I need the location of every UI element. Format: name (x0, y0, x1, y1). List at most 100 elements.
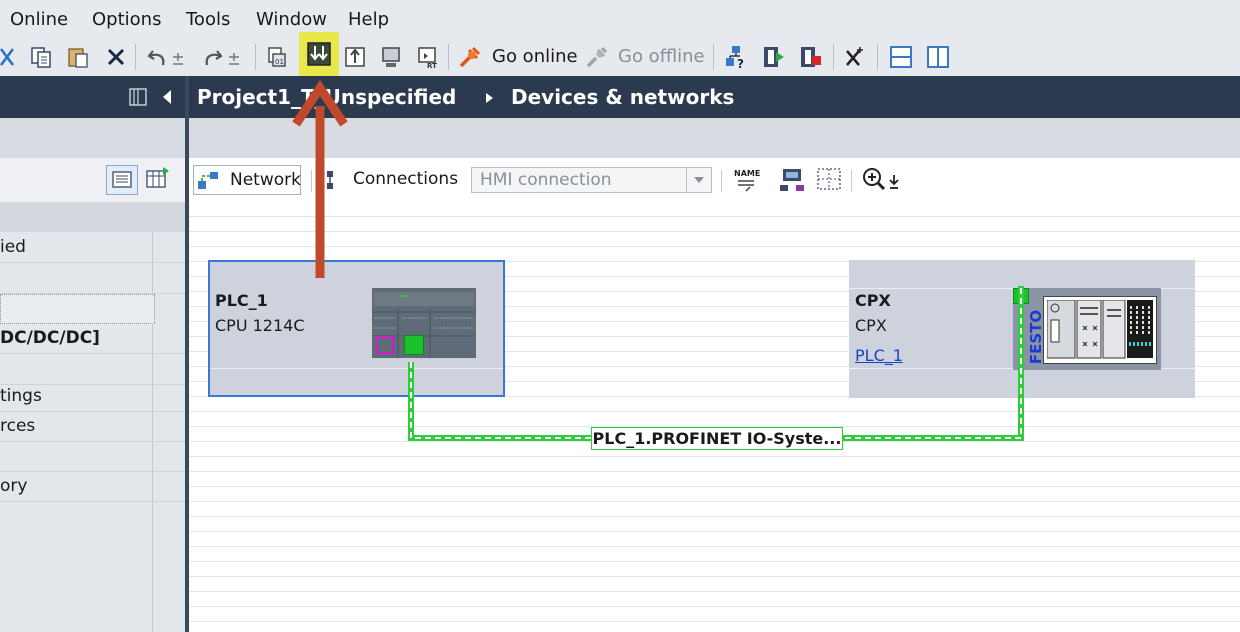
redo-list-button[interactable] (226, 42, 242, 72)
go-offline-icon (586, 46, 608, 68)
overview-icon (146, 167, 169, 188)
go-offline-button[interactable] (582, 42, 612, 72)
toolbar-separator (877, 44, 878, 70)
connections-label: Connections (353, 169, 459, 189)
tree-item[interactable]: rces (0, 411, 185, 442)
toolbar-separator (851, 170, 852, 192)
cross-references-icon (846, 47, 863, 66)
names-icon: NAME (734, 169, 760, 192)
go-online-button[interactable] (455, 42, 485, 72)
toolbar-separator (833, 44, 834, 70)
go-online-label[interactable]: Go online (492, 45, 578, 69)
monitor-icon (382, 47, 400, 67)
connection-type-select[interactable]: HMI connection (471, 167, 712, 193)
menu-bar: Online Options Tools Window Help (0, 0, 1240, 38)
menu-tools[interactable]: Tools (186, 9, 230, 31)
chevron-down-icon (229, 53, 239, 65)
detail-view-icon (112, 171, 132, 188)
tree-item[interactable] (0, 441, 185, 472)
menu-help[interactable]: Help (348, 9, 389, 31)
project-tree-subheader (0, 118, 185, 158)
project-tree-toolbar (0, 158, 185, 203)
network-overview-icon (780, 169, 804, 191)
network-icon (198, 172, 218, 189)
start-cpu-button[interactable] (759, 42, 789, 72)
project-tree-header (0, 76, 185, 118)
simulation-button[interactable] (376, 42, 406, 72)
download-to-device-icon (307, 42, 331, 66)
toolbar-separator (255, 44, 256, 70)
menu-online[interactable]: Online (10, 9, 68, 31)
copy-button[interactable] (26, 42, 56, 72)
start-cpu-icon (764, 47, 784, 67)
detail-view-button[interactable] (106, 165, 138, 195)
tree-item-label: DC/DC/DC] (0, 328, 100, 348)
undo-button[interactable] (142, 42, 172, 72)
compile-icon: 01 (268, 47, 286, 67)
toolbar-separator (135, 44, 136, 70)
cross-references-button[interactable] (840, 42, 870, 72)
tree-section-header (0, 202, 185, 232)
toolbar-separator (713, 44, 714, 70)
toolbar-separator (448, 44, 449, 70)
chevron-down-icon (173, 53, 183, 65)
tree-item[interactable]: ory (0, 471, 185, 502)
rt-simulation-icon: RT (418, 47, 437, 69)
chevron-down-icon (694, 177, 704, 183)
paste-icon (68, 48, 88, 68)
toolbar-separator (721, 170, 722, 192)
tree-item[interactable]: ied (0, 232, 185, 263)
tree-item[interactable] (0, 263, 185, 294)
go-offline-label[interactable]: Go offline (618, 45, 705, 69)
menu-options[interactable]: Options (92, 9, 161, 31)
svg-text:RT: RT (427, 62, 437, 69)
download-to-device-button[interactable] (299, 32, 339, 76)
svg-text:NAME: NAME (734, 169, 760, 178)
project-tree-panel: ied DC/DC/DC] tings rces ory (0, 76, 185, 632)
svg-text:01: 01 (275, 58, 284, 66)
zoom-button[interactable] (860, 165, 900, 195)
tree-item-selected[interactable] (0, 294, 155, 324)
delete-button[interactable] (101, 42, 131, 72)
svg-text:?: ? (737, 57, 744, 70)
profinet-io-system-label[interactable]: PLC_1.PROFINET IO-Syste... (591, 427, 843, 450)
undo-list-button[interactable] (170, 42, 186, 72)
accessible-devices-icon: ? (726, 46, 744, 70)
breadcrumb-section[interactable]: Devices & networks (511, 85, 734, 109)
overview-button[interactable] (143, 165, 175, 195)
accessible-devices-button[interactable]: ? (722, 42, 752, 72)
select-divider (686, 168, 687, 192)
network-mode-button[interactable]: Network (193, 165, 301, 195)
cut-icon (0, 48, 14, 66)
collapse-panel-icon[interactable] (158, 87, 176, 107)
runtime-simulation-button[interactable]: RT (413, 42, 443, 72)
column-separator (152, 502, 153, 632)
cut-button[interactable] (0, 42, 22, 72)
connection-type-value: HMI connection (480, 170, 612, 190)
tree-item-label: ory (0, 476, 28, 496)
tree-item[interactable]: DC/DC/DC] (0, 323, 185, 354)
redo-icon (205, 50, 223, 66)
annotation-arrow (292, 79, 348, 278)
redo-button[interactable] (198, 42, 228, 72)
paste-button[interactable] (63, 42, 93, 72)
copy-icon (31, 47, 51, 68)
menu-window[interactable]: Window (256, 9, 327, 31)
zoom-in-icon (863, 168, 899, 191)
stop-cpu-icon (801, 47, 821, 67)
grid-view-button[interactable] (815, 165, 845, 195)
show-names-button[interactable]: NAME (732, 165, 762, 195)
split-horizontal-icon (890, 46, 912, 68)
network-overview-button[interactable] (778, 165, 808, 195)
split-vertical-button[interactable] (923, 42, 953, 72)
stop-cpu-button[interactable] (796, 42, 826, 72)
breadcrumb-chevron-icon (486, 93, 493, 103)
panel-layout-icon[interactable] (128, 87, 148, 107)
tree-item[interactable]: tings (0, 381, 185, 412)
upload-from-device-button[interactable] (340, 42, 370, 72)
upload-from-device-icon (345, 47, 365, 67)
grid-icon (817, 168, 841, 190)
compile-button[interactable]: 01 (262, 42, 292, 72)
split-horizontal-button[interactable] (886, 42, 916, 72)
undo-icon (147, 50, 165, 66)
